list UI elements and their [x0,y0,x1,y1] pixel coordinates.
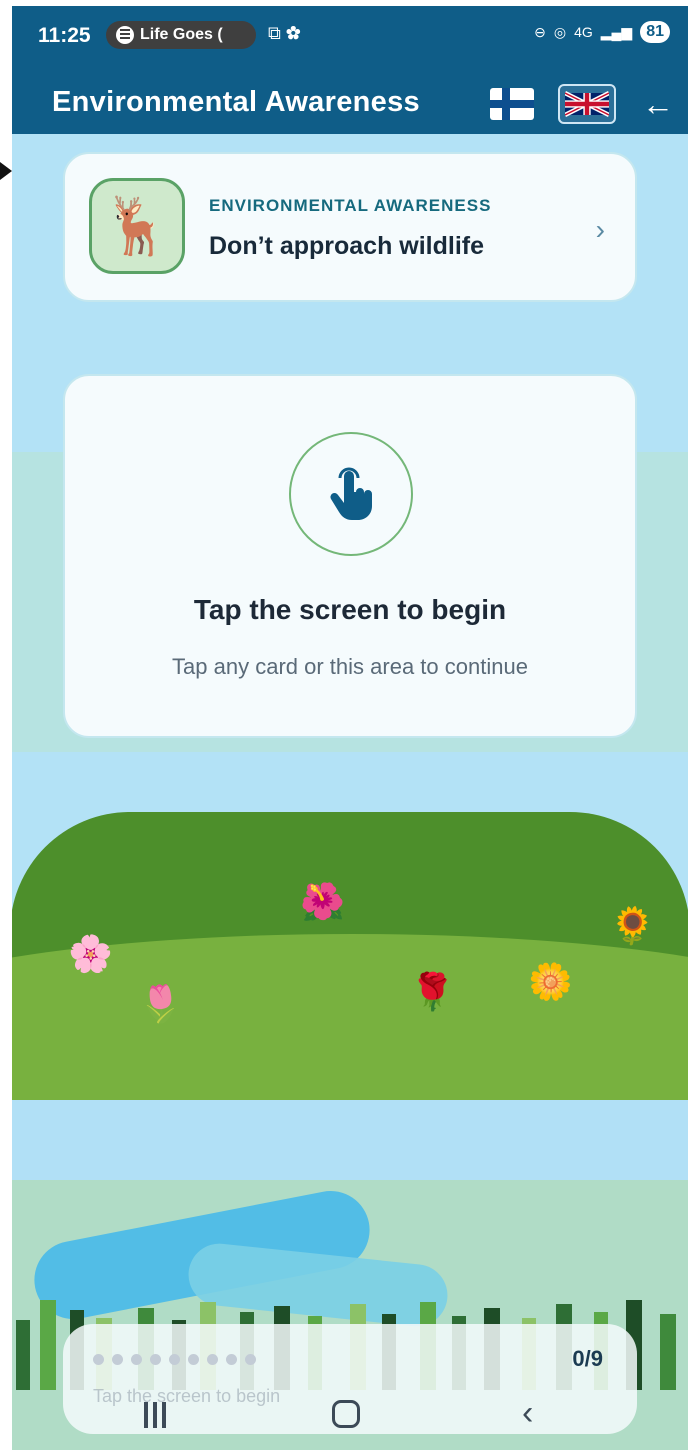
progress-count: 0/9 [572,1346,603,1371]
chevron-right-icon: › [595,214,605,245]
progress-dot [131,1354,142,1365]
finnish-flag-icon[interactable] [490,88,534,120]
app-header: 11:25 Life Goes ( ⧉ ✿ ⊖ ◎ 4G ▂▄▆ 81 Envi… [12,6,688,134]
status-bar: 11:25 Life Goes ( ⧉ ✿ ⊖ ◎ 4G ▂▄▆ 81 [12,6,688,64]
back-icon[interactable]: ‹ [522,1394,533,1433]
flower-daisy: 🌼 [528,961,573,1002]
battery-badge: 81 [640,21,670,43]
arrow-left-icon[interactable]: ← [642,86,674,123]
home-icon[interactable] [332,1400,360,1428]
notification-icons: ⧉ ✿ [268,23,301,43]
progress-dot [226,1354,237,1365]
system-nav-bar: ‹ [12,1384,688,1450]
lesson-title: Don’t approach wildlife [209,232,485,260]
flower-hibiscus: 🌺 [300,881,345,922]
lesson-card[interactable]: 🦌 ENVIRONMENTAL AWARENESS Don’t approach… [63,152,637,302]
flower-cherry-blossom: 🌸 [68,933,113,974]
pointer-arrow [0,162,12,180]
network-label: 4G [574,24,593,40]
flower-sunflower: 🌻 [610,905,655,946]
tap-subtext: Tap any card or this area to continue [172,654,528,679]
progress-dots [93,1354,256,1365]
progress-dot [207,1354,218,1365]
hotspot-icon: ◎ [553,23,567,40]
progress-dot [245,1354,256,1365]
app-screen[interactable]: 🌸 🌷 🌺 🌹 🌼 🌻 11:25 Life Goes (⧉ ✿ ⊖ ◎ 4G… [12,6,688,1450]
spotify-icon [116,26,134,44]
background-sky [12,1100,688,1190]
media-pill[interactable]: Life Goes ( [106,21,256,49]
flower-tulip: 🌷 [138,983,183,1024]
progress-dot [169,1354,180,1365]
flower-rose: 🌹 [410,971,455,1012]
tap-heading: Tap the screen to begin [193,594,507,625]
dnd-icon: ⊖ [534,23,546,40]
progress-dot [93,1354,104,1365]
progress-dot [150,1354,161,1365]
recent-apps-icon[interactable] [144,1402,166,1428]
page-title: Environmental Awareness [52,86,420,118]
status-right: ⊖ ◎ 4G ▂▄▆ 81 [534,21,670,43]
tap-hand-icon [289,432,413,556]
deer-icon: 🦌 [89,178,185,274]
tap-to-begin-card[interactable]: Tap the screen to begin Tap any card or … [63,374,637,738]
progress-dot [188,1354,199,1365]
uk-flag-icon [565,91,609,117]
status-time: 11:25 [38,24,91,47]
lesson-category: ENVIRONMENTAL AWARENESS [209,196,492,215]
english-flag-button[interactable] [558,84,616,124]
progress-dot [112,1354,123,1365]
media-label: Life Goes ( [140,26,223,43]
signal-icon: ▂▄▆ [600,23,633,40]
